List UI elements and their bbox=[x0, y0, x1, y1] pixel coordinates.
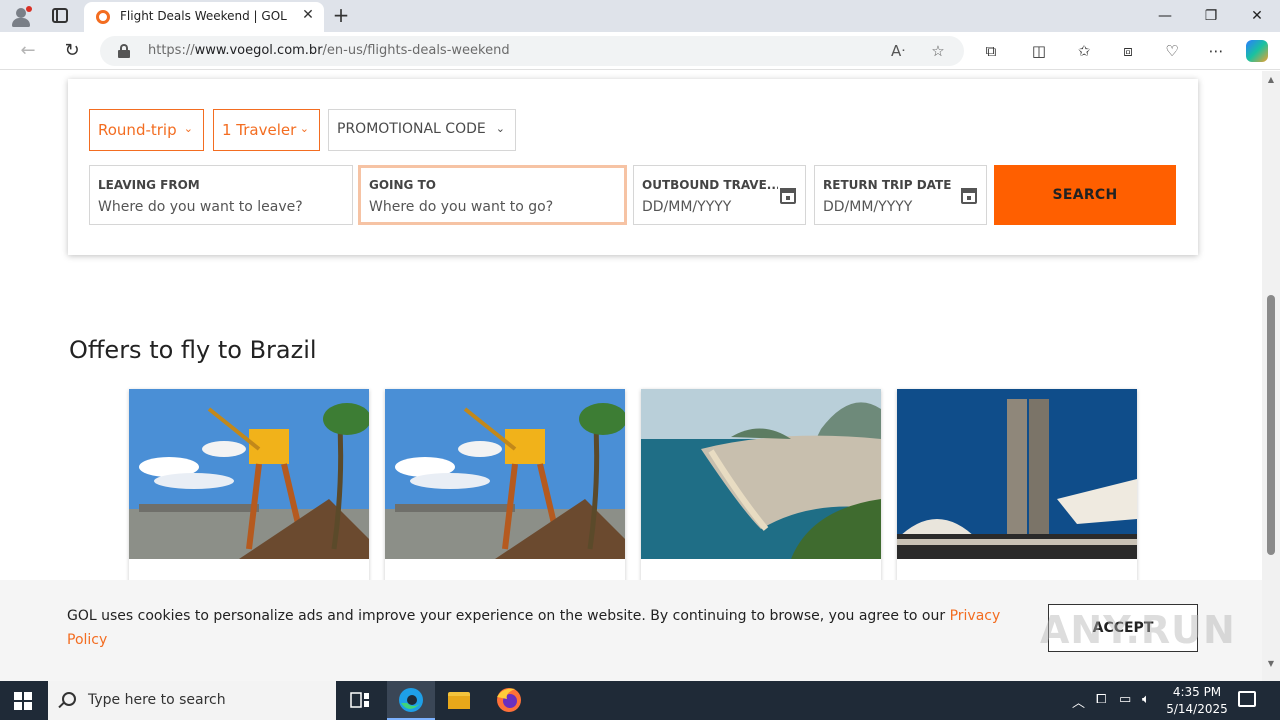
search-icon bbox=[62, 692, 76, 706]
back-icon[interactable]: ← bbox=[17, 40, 39, 62]
network-icon[interactable]: ▭ bbox=[1119, 692, 1131, 707]
calendar-icon[interactable] bbox=[961, 188, 977, 204]
windows-taskbar: Type here to search ︿ ⧠ ▭ 🔈︎ 4:35 PM 5/1… bbox=[0, 681, 1280, 720]
trip-type-value: Round-trip bbox=[98, 121, 177, 139]
promo-code-select[interactable]: PROMOTIONAL CODE ⌄ bbox=[328, 109, 516, 151]
browser-tab-active[interactable]: Flight Deals Weekend | GOL Airlines ✕ bbox=[84, 2, 324, 32]
going-to-label: GOING TO bbox=[369, 178, 436, 192]
browser-essentials-icon[interactable]: ♡ bbox=[1161, 41, 1183, 61]
window-restore-button[interactable]: ❐ bbox=[1188, 0, 1234, 32]
offer-image bbox=[129, 389, 369, 559]
favorite-star-icon[interactable]: ☆ bbox=[928, 42, 948, 60]
windows-start-icon[interactable] bbox=[14, 692, 32, 710]
anyrun-watermark: ANY.RUN bbox=[1040, 608, 1236, 652]
clock-time: 4:35 PM bbox=[1172, 685, 1222, 699]
copilot-icon[interactable] bbox=[1246, 40, 1268, 62]
outbound-date-label: OUTBOUND TRAVE... bbox=[642, 178, 778, 192]
outbound-date-input[interactable]: DD/MM/YYYY bbox=[642, 199, 731, 215]
scroll-down-icon[interactable]: ▼ bbox=[1266, 659, 1276, 669]
leaving-from-label: LEAVING FROM bbox=[98, 178, 200, 192]
cookie-message: GOL uses cookies to personalize ads and … bbox=[67, 604, 1027, 652]
refresh-icon[interactable]: ↻ bbox=[61, 40, 83, 62]
page-scrollbar[interactable]: ▲ ▼ bbox=[1262, 71, 1280, 681]
taskbar-search-placeholder: Type here to search bbox=[88, 692, 226, 708]
search-button[interactable]: SEARCH bbox=[994, 165, 1176, 225]
leaving-from-field[interactable]: LEAVING FROM Where do you want to leave? bbox=[89, 165, 353, 225]
travelers-select[interactable]: 1 Traveler ⌄ bbox=[213, 109, 320, 151]
offers-section-title: Offers to fly to Brazil bbox=[69, 336, 317, 364]
offer-image bbox=[641, 389, 881, 559]
tray-device-icon[interactable]: ⧠ bbox=[1096, 692, 1106, 707]
notifications-icon[interactable] bbox=[1238, 691, 1256, 707]
offer-card[interactable] bbox=[641, 389, 881, 589]
chevron-down-icon: ⌄ bbox=[495, 122, 505, 135]
firefox-icon[interactable] bbox=[485, 681, 533, 720]
volume-icon[interactable]: 🔈︎ bbox=[1142, 692, 1150, 707]
browser-tab-bar: Flight Deals Weekend | GOL Airlines ✕ + … bbox=[0, 0, 1280, 32]
outbound-date-field[interactable]: OUTBOUND TRAVE... DD/MM/YYYY bbox=[633, 165, 806, 225]
split-screen-icon[interactable]: ◫ bbox=[1028, 41, 1050, 61]
chevron-down-icon: ⌄ bbox=[183, 122, 193, 135]
return-date-field[interactable]: RETURN TRIP DATE DD/MM/YYYY bbox=[814, 165, 987, 225]
tab-actions-icon[interactable] bbox=[52, 8, 68, 23]
promo-code-label: PROMOTIONAL CODE bbox=[337, 121, 486, 137]
offer-image bbox=[385, 389, 625, 559]
trip-type-select[interactable]: Round-trip ⌄ bbox=[89, 109, 204, 151]
going-to-field[interactable]: GOING TO Where do you want to go? bbox=[358, 165, 627, 225]
calendar-icon[interactable] bbox=[780, 188, 796, 204]
chevron-down-icon: ⌄ bbox=[299, 122, 309, 135]
leaving-from-input[interactable]: Where do you want to leave? bbox=[98, 199, 303, 215]
new-tab-button[interactable]: + bbox=[332, 4, 350, 26]
cookie-text: GOL uses cookies to personalize ads and … bbox=[67, 608, 950, 624]
file-explorer-icon[interactable] bbox=[435, 681, 483, 720]
going-to-input[interactable]: Where do you want to go? bbox=[369, 199, 553, 215]
profile-icon[interactable] bbox=[10, 6, 32, 28]
read-aloud-icon[interactable]: A͏ᐧ bbox=[888, 42, 908, 60]
task-view-icon[interactable] bbox=[336, 681, 384, 720]
offer-image bbox=[897, 389, 1137, 559]
taskbar-clock[interactable]: 4:35 PM 5/14/2025 bbox=[1166, 684, 1228, 718]
more-menu-icon[interactable]: ⋯ bbox=[1205, 41, 1227, 61]
favorites-icon[interactable]: ✩ bbox=[1073, 41, 1095, 61]
edge-taskbar-icon[interactable] bbox=[387, 681, 435, 720]
offer-card[interactable] bbox=[897, 389, 1137, 589]
collections-icon[interactable]: ⧈ bbox=[1117, 41, 1139, 61]
offer-card[interactable] bbox=[129, 389, 369, 589]
tray-chevron-icon[interactable]: ︿ bbox=[1072, 692, 1085, 711]
return-date-label: RETURN TRIP DATE bbox=[823, 178, 952, 192]
address-bar[interactable]: https://www.voegol.com.br/en-us/flights-… bbox=[100, 36, 964, 66]
taskbar-search[interactable]: Type here to search bbox=[48, 681, 336, 720]
tab-title: Flight Deals Weekend | GOL Airlines bbox=[120, 9, 290, 23]
window-close-button[interactable]: ✕ bbox=[1234, 0, 1280, 32]
clock-date: 5/14/2025 bbox=[1166, 702, 1228, 716]
extensions-icon[interactable]: ⧉ bbox=[980, 41, 1002, 61]
return-date-input[interactable]: DD/MM/YYYY bbox=[823, 199, 912, 215]
offer-card[interactable] bbox=[385, 389, 625, 589]
scroll-up-icon[interactable]: ▲ bbox=[1266, 75, 1276, 85]
gol-favicon-icon bbox=[96, 10, 110, 24]
lock-icon[interactable] bbox=[118, 44, 130, 58]
page-viewport: Round-trip ⌄ 1 Traveler ⌄ PROMOTIONAL CO… bbox=[0, 71, 1262, 681]
travelers-value: 1 Traveler bbox=[222, 121, 297, 139]
url-text[interactable]: https://www.voegol.com.br/en-us/flights-… bbox=[148, 43, 510, 58]
scrollbar-thumb[interactable] bbox=[1267, 295, 1275, 555]
tab-close-icon[interactable]: ✕ bbox=[300, 7, 316, 25]
flight-search-box: Round-trip ⌄ 1 Traveler ⌄ PROMOTIONAL CO… bbox=[68, 79, 1198, 255]
window-minimize-button[interactable]: — bbox=[1142, 0, 1188, 32]
